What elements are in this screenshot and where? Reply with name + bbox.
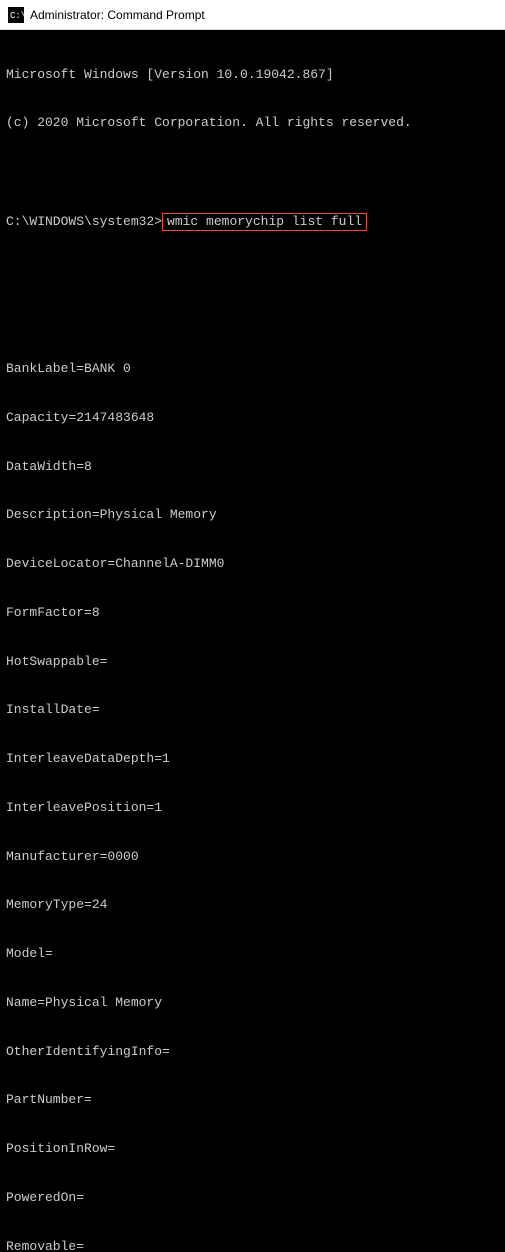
output-line: Capacity=2147483648 bbox=[6, 410, 499, 426]
output-line: PoweredOn= bbox=[6, 1190, 499, 1206]
output-line: Name=Physical Memory bbox=[6, 995, 499, 1011]
output-line: FormFactor=8 bbox=[6, 605, 499, 621]
blank-line bbox=[6, 164, 499, 180]
output-line: PositionInRow= bbox=[6, 1141, 499, 1157]
header-line: Microsoft Windows [Version 10.0.19042.86… bbox=[6, 67, 499, 83]
blank-line bbox=[6, 312, 499, 328]
command-highlight: wmic memorychip list full bbox=[162, 213, 367, 231]
header-line: (c) 2020 Microsoft Corporation. All righ… bbox=[6, 115, 499, 131]
output-line: DeviceLocator=ChannelA-DIMM0 bbox=[6, 556, 499, 572]
window-title: Administrator: Command Prompt bbox=[30, 8, 205, 22]
prompt-line: C:\WINDOWS\system32>wmic memorychip list… bbox=[6, 213, 499, 231]
svg-text:C:\: C:\ bbox=[10, 11, 24, 21]
output-line: DataWidth=8 bbox=[6, 459, 499, 475]
output-line: Removable= bbox=[6, 1239, 499, 1252]
prompt-path: C:\WINDOWS\system32> bbox=[6, 214, 162, 230]
output-line: InstallDate= bbox=[6, 702, 499, 718]
output-line: InterleavePosition=1 bbox=[6, 800, 499, 816]
window-titlebar: C:\ Administrator: Command Prompt bbox=[0, 0, 505, 30]
output-line: InterleaveDataDepth=1 bbox=[6, 751, 499, 767]
blank-line bbox=[6, 264, 499, 280]
output-line: BankLabel=BANK 0 bbox=[6, 361, 499, 377]
terminal-output[interactable]: Microsoft Windows [Version 10.0.19042.86… bbox=[0, 30, 505, 1252]
output-line: OtherIdentifyingInfo= bbox=[6, 1044, 499, 1060]
output-line: HotSwappable= bbox=[6, 654, 499, 670]
output-line: Manufacturer=0000 bbox=[6, 849, 499, 865]
output-line: PartNumber= bbox=[6, 1092, 499, 1108]
output-line: Model= bbox=[6, 946, 499, 962]
output-line: Description=Physical Memory bbox=[6, 507, 499, 523]
output-line: MemoryType=24 bbox=[6, 897, 499, 913]
cmd-icon: C:\ bbox=[8, 7, 24, 23]
